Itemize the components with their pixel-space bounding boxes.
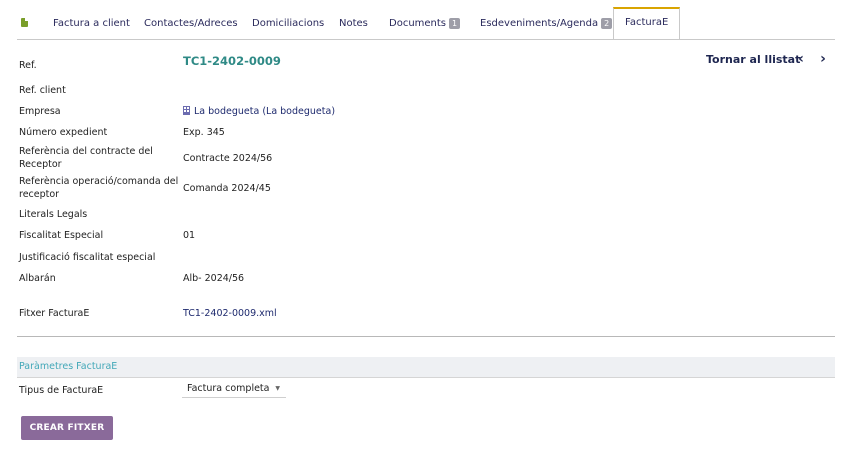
tab-bar: Factura a client Contactes/Adreces Domic… xyxy=(0,0,843,40)
section-header xyxy=(17,357,835,378)
ref-label: Ref. xyxy=(19,60,37,71)
empresa-link[interactable]: La bodegueta (La bodegueta) xyxy=(183,105,335,118)
documents-count-badge: 1 xyxy=(449,18,461,29)
caret-down-icon: ▼ xyxy=(275,385,280,392)
ref-value: TC1-2402-0009 xyxy=(183,54,281,68)
empresa-value: La bodegueta (La bodegueta) xyxy=(194,106,336,117)
ref-operacio-label: Referència operació/comanda del receptor xyxy=(19,176,179,200)
num-expedient-value: Exp. 345 xyxy=(183,127,225,138)
literals-legals-label: Literals Legals xyxy=(19,209,88,220)
tab-label: Contactes/Adreces xyxy=(144,18,238,29)
ref-contracte-value: Contracte 2024/56 xyxy=(183,153,273,164)
tab-divider xyxy=(17,39,835,40)
tab-esdeveniments[interactable]: Esdeveniments/Agenda 2 xyxy=(480,8,613,40)
fitxer-facturae-label: Fitxer FacturaE xyxy=(19,308,90,319)
tipus-facturae-select[interactable]: Factura completa ▼ xyxy=(182,380,286,398)
tab-label: Esdeveniments/Agenda xyxy=(480,18,599,29)
tab-contactes[interactable]: Contactes/Adreces xyxy=(144,8,238,40)
back-to-list-link[interactable]: Tornar al llistat xyxy=(706,53,800,66)
tab-label: Documents xyxy=(389,18,447,29)
num-expedient-label: Número expedient xyxy=(19,127,108,138)
albaran-label: Albarán xyxy=(19,273,56,284)
fiscalitat-especial-label: Fiscalitat Especial xyxy=(19,230,104,241)
tab-label: Domiciliacions xyxy=(252,18,325,29)
tipus-facturae-label: Tipus de FacturaE xyxy=(19,385,104,396)
empresa-label: Empresa xyxy=(19,106,61,117)
ref-contracte-label: Referència del contracte del Receptor xyxy=(19,146,153,170)
ref-client-label: Ref. client xyxy=(19,85,66,96)
tab-domiciliacions[interactable]: Domiciliacions xyxy=(252,8,324,40)
create-file-button[interactable]: CREAR FITXER xyxy=(21,416,113,440)
building-icon xyxy=(183,106,190,115)
ref-operacio-value: Comanda 2024/45 xyxy=(183,183,271,194)
events-count-badge: 2 xyxy=(601,18,613,29)
file-icon[interactable] xyxy=(21,18,28,27)
tab-label: Factura a client xyxy=(53,18,130,29)
chevron-right-icon[interactable]: › xyxy=(816,51,830,67)
fiscalitat-especial-value: 01 xyxy=(183,230,196,241)
tab-facturae[interactable]: FacturaE xyxy=(613,7,681,40)
tab-documents[interactable]: Documents 1 xyxy=(389,8,461,40)
tipus-facturae-value: Factura completa xyxy=(187,383,270,394)
chevron-left-icon[interactable]: ‹ xyxy=(794,51,808,67)
divider xyxy=(17,336,835,337)
albaran-value: Alb- 2024/56 xyxy=(183,273,245,284)
fitxer-facturae-link[interactable]: TC1-2402-0009.xml xyxy=(183,307,277,320)
tab-label: Notes xyxy=(339,18,368,29)
tab-notes[interactable]: Notes xyxy=(339,8,368,40)
tab-label: FacturaE xyxy=(625,17,669,28)
tab-factura-client[interactable]: Factura a client xyxy=(53,8,130,40)
section-title: Paràmetres FacturaE xyxy=(19,361,118,372)
justificacio-fiscalitat-label: Justificació fiscalitat especial xyxy=(19,252,156,263)
